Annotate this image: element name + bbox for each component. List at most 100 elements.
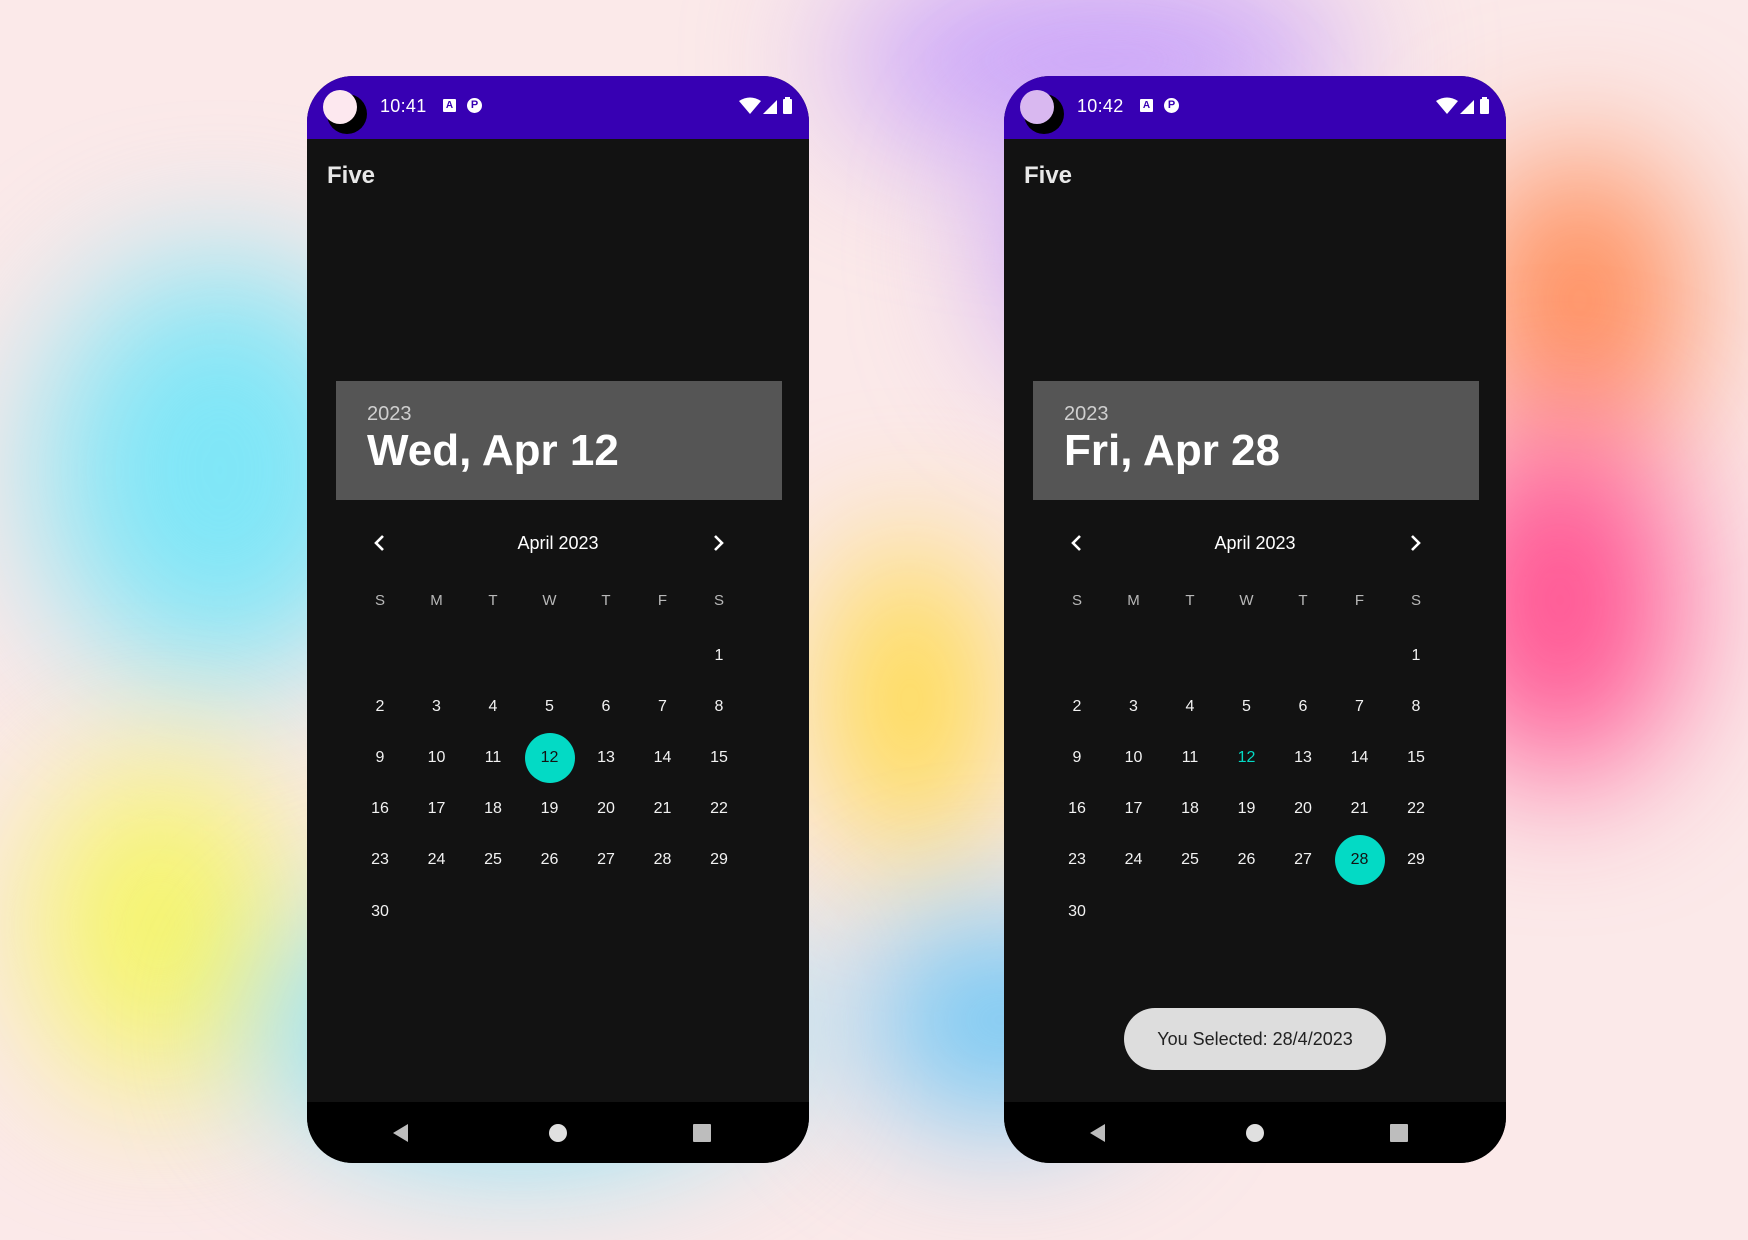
calendar-day[interactable]: 27 bbox=[581, 835, 631, 885]
calendar-day[interactable]: 7 bbox=[638, 682, 688, 732]
calendar-day[interactable]: 6 bbox=[581, 682, 631, 732]
calendar-day[interactable]: 6 bbox=[1278, 682, 1328, 732]
calendar-day[interactable]: 3 bbox=[412, 682, 462, 732]
weekday-label: F bbox=[1354, 592, 1365, 609]
calendar-day[interactable]: 16 bbox=[355, 784, 405, 834]
calendar-day[interactable]: 12 bbox=[1222, 733, 1272, 783]
calendar-day[interactable]: 11 bbox=[468, 733, 518, 783]
back-triangle-icon[interactable] bbox=[389, 1121, 413, 1145]
status-bar: 10:42 A P bbox=[1004, 76, 1506, 139]
p-notification-icon: P bbox=[1164, 98, 1179, 113]
calendar-day[interactable]: 29 bbox=[1391, 835, 1441, 885]
status-icons bbox=[739, 97, 792, 114]
chevron-right-icon[interactable] bbox=[1402, 530, 1428, 556]
calendar-day[interactable]: 18 bbox=[468, 784, 518, 834]
calendar-day[interactable]: 4 bbox=[1165, 682, 1215, 732]
calendar-day[interactable]: 29 bbox=[694, 835, 744, 885]
calendar-day[interactable]: 17 bbox=[412, 784, 462, 834]
calendar-day[interactable]: 5 bbox=[525, 682, 575, 732]
calendar-day[interactable]: 24 bbox=[412, 835, 462, 885]
calendar-day[interactable]: 25 bbox=[468, 835, 518, 885]
camera-cutout bbox=[1020, 90, 1054, 124]
calendar-day[interactable]: 15 bbox=[694, 733, 744, 783]
signal-icon bbox=[1460, 100, 1474, 114]
calendar-day[interactable]: 15 bbox=[1391, 733, 1441, 783]
calendar-day[interactable]: 30 bbox=[1052, 887, 1102, 937]
wifi-icon bbox=[739, 97, 761, 114]
weekday-label: W bbox=[542, 592, 557, 609]
calendar-day[interactable]: 13 bbox=[1278, 733, 1328, 783]
calendar-day-grid: 1 2 3 4 5 6 7 8 9 10 11 12 13 14 15 16 17 18 19 20 21 22 23 24 2… bbox=[1052, 631, 1447, 931]
calendar-day[interactable]: 21 bbox=[638, 784, 688, 834]
calendar-day-selected[interactable]: 28 bbox=[1334, 835, 1385, 886]
calendar-day[interactable]: 2 bbox=[1052, 682, 1102, 732]
calendar-day[interactable]: 1 bbox=[694, 631, 744, 681]
calendar-day[interactable]: 27 bbox=[1278, 835, 1328, 885]
phone-screen-1: 10:41 A P Five 2023 Wed, Apr 12 April 20… bbox=[307, 76, 809, 1163]
app-title: Five bbox=[1024, 162, 1073, 189]
calendar-day[interactable]: 14 bbox=[638, 733, 688, 783]
calendar-day[interactable]: 13 bbox=[581, 733, 631, 783]
weekday-label: T bbox=[1185, 592, 1195, 609]
calendar-day[interactable]: 14 bbox=[1335, 733, 1385, 783]
weekday-label: S bbox=[1071, 592, 1082, 609]
navigation-bar bbox=[307, 1102, 809, 1163]
recents-square-icon[interactable] bbox=[1387, 1121, 1411, 1145]
home-circle-icon[interactable] bbox=[546, 1121, 570, 1145]
calendar-day[interactable]: 30 bbox=[355, 887, 405, 937]
calendar-day[interactable]: 17 bbox=[1109, 784, 1159, 834]
calendar-day[interactable]: 16 bbox=[1052, 784, 1102, 834]
calendar-day[interactable]: 4 bbox=[468, 682, 518, 732]
calendar-day[interactable]: 1 bbox=[1391, 631, 1441, 681]
header-year[interactable]: 2023 bbox=[1064, 403, 1109, 426]
calendar-day[interactable]: 22 bbox=[1391, 784, 1441, 834]
calendar-day[interactable]: 9 bbox=[355, 733, 405, 783]
header-year[interactable]: 2023 bbox=[367, 403, 412, 426]
weekday-label: T bbox=[601, 592, 611, 609]
calendar-day[interactable]: 2 bbox=[355, 682, 405, 732]
month-label: April 2023 bbox=[1214, 533, 1296, 553]
calendar-day[interactable]: 19 bbox=[525, 784, 575, 834]
calendar-day[interactable]: 7 bbox=[1335, 682, 1385, 732]
calendar-day-selected[interactable]: 12 bbox=[524, 733, 575, 784]
calendar-day[interactable]: 26 bbox=[1222, 835, 1272, 885]
calendar-day[interactable]: 10 bbox=[412, 733, 462, 783]
calendar-day[interactable]: 19 bbox=[1222, 784, 1272, 834]
calendar-day[interactable]: 28 bbox=[638, 835, 688, 885]
status-bar: 10:41 A P bbox=[307, 76, 809, 139]
calendar-day[interactable]: 25 bbox=[1165, 835, 1215, 885]
calendar-day[interactable]: 26 bbox=[525, 835, 575, 885]
calendar-day[interactable]: 3 bbox=[1109, 682, 1159, 732]
calendar-day[interactable]: 8 bbox=[1391, 682, 1441, 732]
calendar-day[interactable]: 20 bbox=[581, 784, 631, 834]
calendar-day[interactable]: 9 bbox=[1052, 733, 1102, 783]
month-label: April 2023 bbox=[517, 533, 599, 553]
home-circle-icon[interactable] bbox=[1243, 1121, 1267, 1145]
calendar-day[interactable]: 23 bbox=[355, 835, 405, 885]
a-notification-icon: A bbox=[1140, 99, 1153, 112]
weekday-label: T bbox=[488, 592, 498, 609]
signal-icon bbox=[763, 100, 777, 114]
calendar-day[interactable]: 23 bbox=[1052, 835, 1102, 885]
recents-square-icon[interactable] bbox=[690, 1121, 714, 1145]
calendar-day[interactable]: 21 bbox=[1335, 784, 1385, 834]
calendar-day[interactable]: 10 bbox=[1109, 733, 1159, 783]
status-icons bbox=[1436, 97, 1489, 114]
month-navigation: April 2023 bbox=[307, 526, 809, 560]
battery-icon bbox=[783, 99, 792, 114]
calendar-day[interactable]: 22 bbox=[694, 784, 744, 834]
calendar-day[interactable]: 5 bbox=[1222, 682, 1272, 732]
calendar-day[interactable]: 8 bbox=[694, 682, 744, 732]
calendar-day[interactable]: 18 bbox=[1165, 784, 1215, 834]
weekday-label: T bbox=[1298, 592, 1308, 609]
calendar-day[interactable]: 20 bbox=[1278, 784, 1328, 834]
calendar-day[interactable]: 24 bbox=[1109, 835, 1159, 885]
chevron-right-icon[interactable] bbox=[705, 530, 731, 556]
calendar-day[interactable]: 11 bbox=[1165, 733, 1215, 783]
back-triangle-icon[interactable] bbox=[1086, 1121, 1110, 1145]
p-notification-icon: P bbox=[467, 98, 482, 113]
header-selected-date: Wed, Apr 12 bbox=[367, 426, 619, 475]
battery-icon bbox=[1480, 99, 1489, 114]
weekday-label: S bbox=[1410, 592, 1421, 609]
weekday-label: W bbox=[1239, 592, 1254, 609]
